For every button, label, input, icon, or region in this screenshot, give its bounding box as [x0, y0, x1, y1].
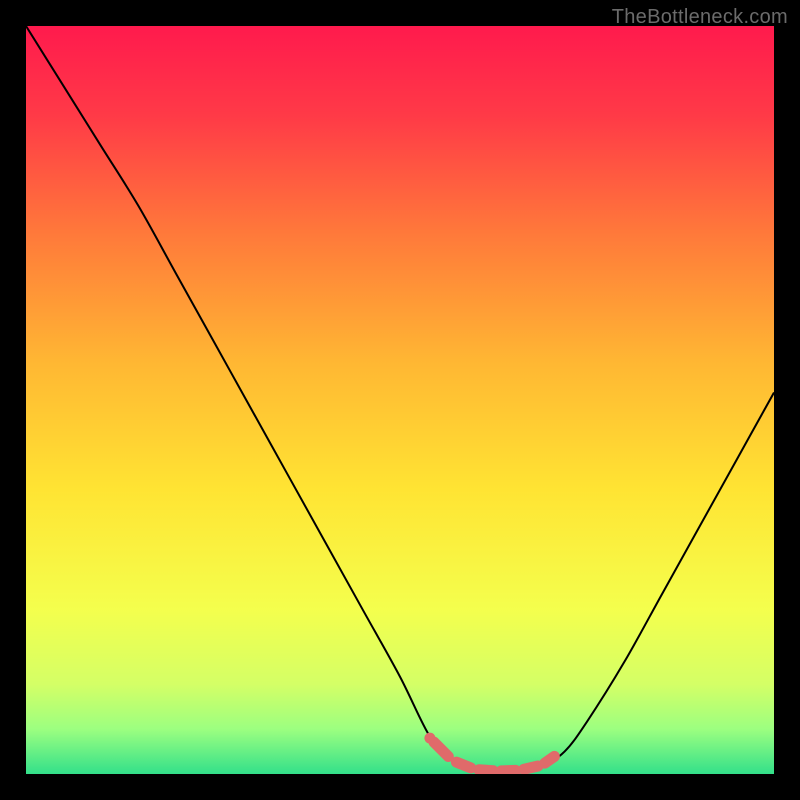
chart-container: [26, 26, 774, 774]
highlight-dash: [456, 762, 470, 768]
bottleneck-chart: [26, 26, 774, 774]
watermark-text: TheBottleneck.com: [612, 6, 788, 29]
highlight-dash: [524, 766, 538, 769]
highlight-dash: [479, 770, 493, 771]
highlight-dash: [545, 756, 555, 763]
chart-background: [26, 26, 774, 774]
